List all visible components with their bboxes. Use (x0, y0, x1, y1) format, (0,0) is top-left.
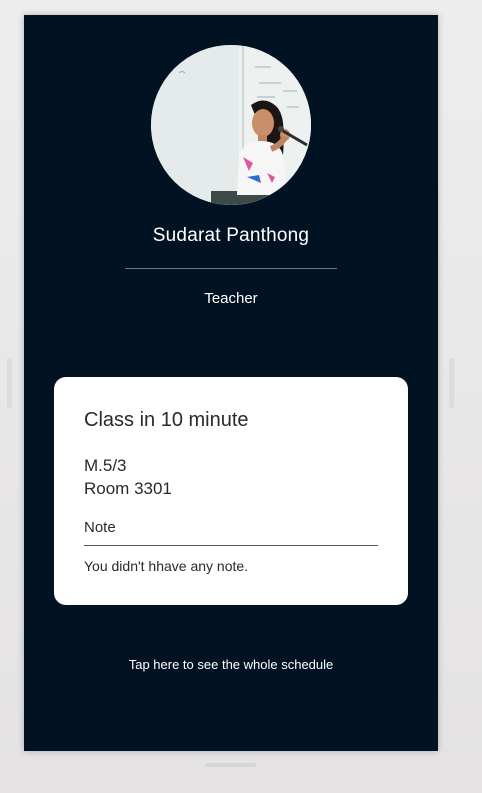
left-side-handle (7, 358, 12, 408)
teacher-name: Sudarat Panthong (152, 225, 310, 246)
class-card[interactable]: Class in 10 minute M.5/3 Room 3301 Note … (54, 377, 408, 605)
teacher-role: Teacher (204, 290, 258, 307)
app-screen: Sudarat Panthong Teacher Class in 10 min… (24, 15, 438, 751)
profile-divider (125, 268, 337, 269)
note-text: You didn't hhave any note. (84, 558, 249, 574)
teacher-photo-icon (151, 45, 311, 205)
see-schedule-link[interactable]: Tap here to see the whole schedule (24, 657, 438, 672)
class-info: M.5/3 Room 3301 (84, 454, 172, 500)
note-divider (84, 545, 378, 546)
class-name: M.5/3 (84, 456, 127, 475)
note-label: Note (84, 519, 116, 536)
class-card-heading: Class in 10 minute (84, 409, 249, 431)
class-room: Room 3301 (84, 479, 172, 498)
bottom-handle (206, 763, 256, 767)
avatar (151, 45, 311, 205)
right-side-handle (449, 358, 454, 408)
